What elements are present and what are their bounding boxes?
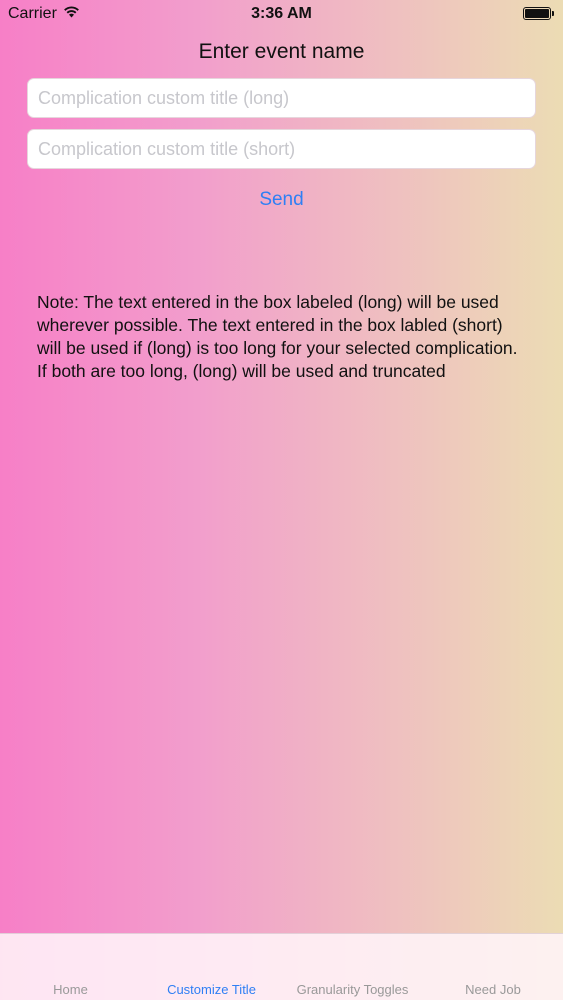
short-title-input[interactable]	[27, 129, 536, 169]
tab-customize-title[interactable]: Customize Title	[141, 982, 282, 997]
tab-bar: Home Customize Title Granularity Toggles…	[0, 933, 563, 1000]
long-title-input[interactable]	[27, 78, 536, 118]
note-text: Note: The text entered in the box labele…	[37, 292, 518, 381]
tab-need-job[interactable]: Need Job	[423, 982, 563, 997]
tab-granularity-toggles[interactable]: Granularity Toggles	[282, 982, 423, 997]
page-title: Enter event name	[198, 40, 365, 63]
status-right	[523, 7, 554, 20]
send-button[interactable]: Send	[0, 189, 563, 211]
status-bar: Carrier 3:36 AM	[0, 0, 563, 30]
status-time: 3:36 AM	[251, 5, 312, 22]
battery-icon	[523, 7, 554, 20]
tab-home[interactable]: Home	[0, 982, 141, 997]
